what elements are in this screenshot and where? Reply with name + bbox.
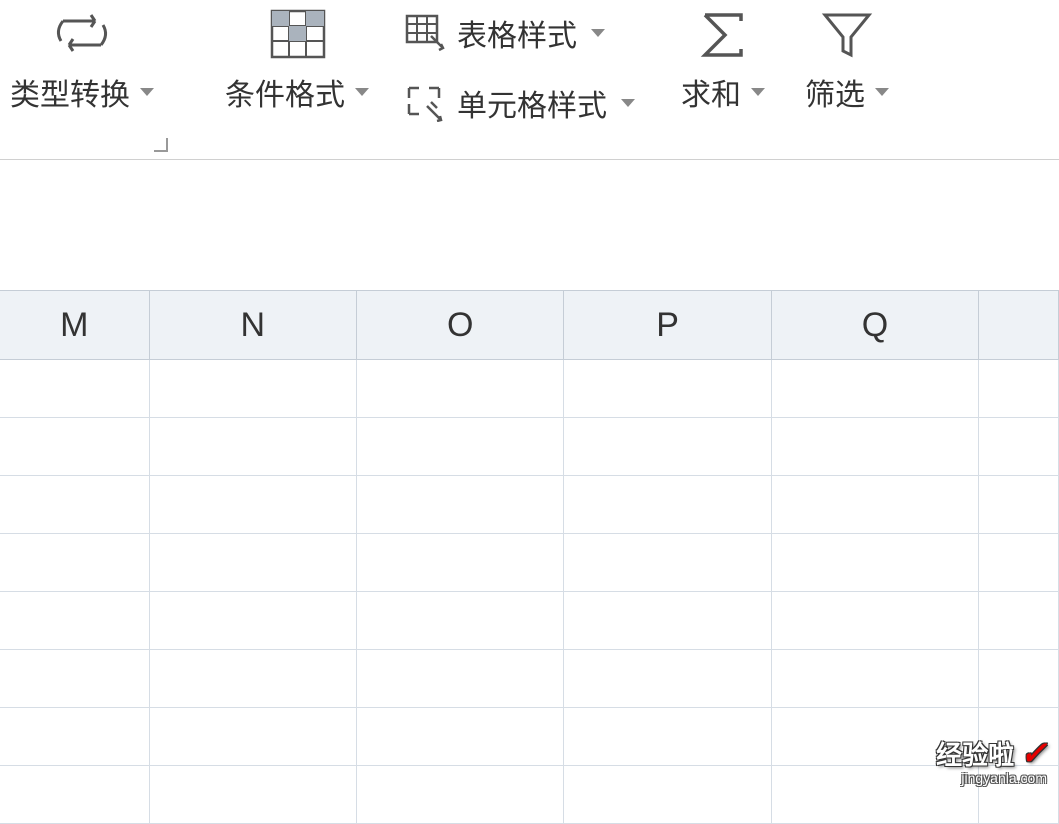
table-style-icon bbox=[405, 14, 447, 52]
type-convert-label: 类型转换 bbox=[10, 70, 130, 114]
cell-style-icon bbox=[405, 84, 447, 122]
cell[interactable] bbox=[150, 766, 357, 823]
table-row bbox=[0, 650, 1059, 708]
cell[interactable] bbox=[772, 534, 979, 591]
cell[interactable] bbox=[979, 360, 1059, 417]
cell[interactable] bbox=[979, 476, 1059, 533]
watermark-text: 经验啦 bbox=[936, 735, 1014, 772]
checkmark-icon: ✓ bbox=[1020, 734, 1047, 772]
conditional-format-label: 条件格式 bbox=[225, 70, 345, 114]
sum-label: 求和 bbox=[681, 70, 741, 114]
column-header[interactable]: O bbox=[357, 291, 564, 359]
column-header[interactable] bbox=[979, 291, 1059, 359]
cell[interactable] bbox=[0, 708, 150, 765]
table-row bbox=[0, 360, 1059, 418]
ribbon-group-styles: 表格样式 单元格样式 bbox=[389, 0, 651, 130]
cell[interactable] bbox=[564, 534, 771, 591]
table-style-label: 表格样式 bbox=[457, 11, 577, 55]
cell[interactable] bbox=[357, 476, 564, 533]
cell[interactable] bbox=[979, 418, 1059, 475]
cell[interactable] bbox=[772, 592, 979, 649]
cell[interactable] bbox=[979, 592, 1059, 649]
column-header[interactable]: M bbox=[0, 291, 150, 359]
filter-button[interactable]: 筛选 bbox=[805, 0, 889, 114]
cell[interactable] bbox=[150, 650, 357, 707]
grid-rows bbox=[0, 360, 1059, 824]
ribbon-group-type-convert: 类型转换 bbox=[0, 0, 174, 130]
cell[interactable] bbox=[357, 592, 564, 649]
cycle-icon bbox=[49, 0, 115, 70]
column-header[interactable]: Q bbox=[772, 291, 979, 359]
cell[interactable] bbox=[564, 766, 771, 823]
cell[interactable] bbox=[357, 534, 564, 591]
cell[interactable] bbox=[772, 476, 979, 533]
filter-label: 筛选 bbox=[805, 70, 865, 114]
grid-format-icon bbox=[262, 0, 332, 70]
column-headers-row: M N O P Q bbox=[0, 290, 1059, 360]
cell[interactable] bbox=[150, 708, 357, 765]
spreadsheet-grid: M N O P Q bbox=[0, 290, 1059, 824]
table-row bbox=[0, 708, 1059, 766]
cell[interactable] bbox=[150, 418, 357, 475]
cell[interactable] bbox=[564, 476, 771, 533]
cell[interactable] bbox=[979, 534, 1059, 591]
ribbon-group-conditional-format: 条件格式 bbox=[205, 0, 389, 130]
chevron-down-icon bbox=[751, 88, 765, 96]
cell[interactable] bbox=[0, 418, 150, 475]
cell[interactable] bbox=[564, 418, 771, 475]
sigma-icon bbox=[693, 0, 753, 70]
cell[interactable] bbox=[357, 418, 564, 475]
cell[interactable] bbox=[564, 360, 771, 417]
cell[interactable] bbox=[0, 534, 150, 591]
table-row bbox=[0, 418, 1059, 476]
cell[interactable] bbox=[564, 592, 771, 649]
chevron-down-icon bbox=[140, 88, 154, 96]
cell[interactable] bbox=[150, 534, 357, 591]
ribbon-toolbar: 类型转换 条件格式 bbox=[0, 0, 1059, 160]
table-style-button[interactable]: 表格样式 bbox=[405, 11, 605, 55]
table-row bbox=[0, 534, 1059, 592]
cell[interactable] bbox=[0, 592, 150, 649]
column-header[interactable]: P bbox=[564, 291, 771, 359]
cell[interactable] bbox=[0, 476, 150, 533]
cell[interactable] bbox=[357, 766, 564, 823]
cell[interactable] bbox=[150, 360, 357, 417]
watermark: 经验啦 ✓ jingyanla.com bbox=[936, 734, 1047, 786]
ribbon-group-sum: 求和 bbox=[651, 0, 785, 130]
funnel-icon bbox=[817, 0, 877, 70]
conditional-format-button[interactable]: 条件格式 bbox=[225, 0, 369, 114]
cell[interactable] bbox=[772, 418, 979, 475]
cell[interactable] bbox=[357, 708, 564, 765]
ribbon-group-filter: 筛选 bbox=[785, 0, 909, 130]
cell[interactable] bbox=[150, 592, 357, 649]
chevron-down-icon bbox=[355, 88, 369, 96]
column-header[interactable]: N bbox=[150, 291, 357, 359]
chevron-down-icon bbox=[875, 88, 889, 96]
cell[interactable] bbox=[979, 650, 1059, 707]
dialog-launcher-icon[interactable] bbox=[154, 138, 168, 152]
table-row bbox=[0, 592, 1059, 650]
cell[interactable] bbox=[772, 360, 979, 417]
type-convert-button[interactable]: 类型转换 bbox=[10, 0, 154, 114]
chevron-down-icon bbox=[621, 99, 635, 107]
table-row bbox=[0, 476, 1059, 534]
cell[interactable] bbox=[357, 650, 564, 707]
formula-bar-area bbox=[0, 160, 1059, 290]
cell-style-button[interactable]: 单元格样式 bbox=[405, 81, 635, 125]
cell[interactable] bbox=[150, 476, 357, 533]
cell-style-label: 单元格样式 bbox=[457, 81, 607, 125]
table-row bbox=[0, 766, 1059, 824]
cell[interactable] bbox=[564, 708, 771, 765]
sum-button[interactable]: 求和 bbox=[681, 0, 765, 114]
chevron-down-icon bbox=[591, 29, 605, 37]
cell[interactable] bbox=[357, 360, 564, 417]
cell[interactable] bbox=[0, 650, 150, 707]
watermark-url: jingyanla.com bbox=[936, 770, 1047, 786]
cell[interactable] bbox=[0, 360, 150, 417]
cell[interactable] bbox=[0, 766, 150, 823]
cell[interactable] bbox=[772, 650, 979, 707]
cell[interactable] bbox=[564, 650, 771, 707]
